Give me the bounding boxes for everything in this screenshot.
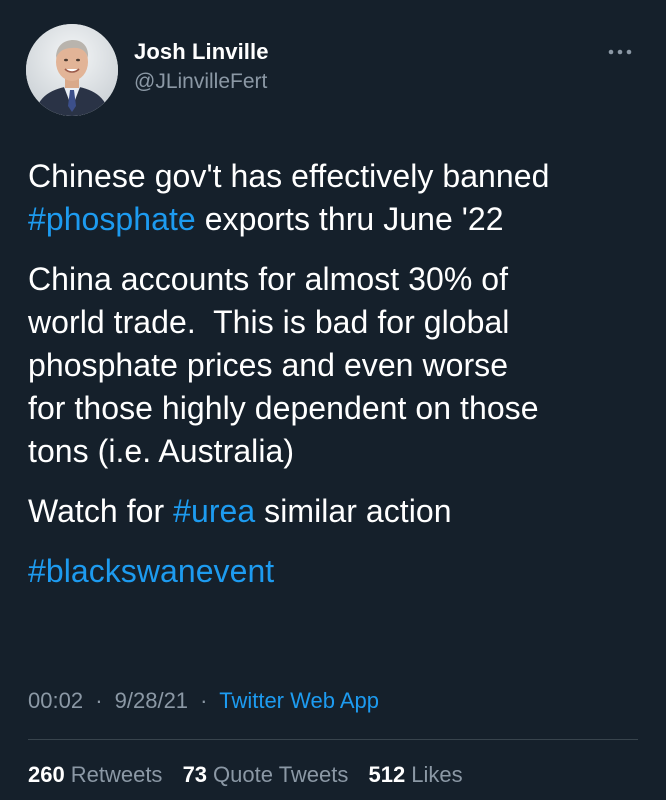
tweet-text-segment: exports thru June '22 <box>195 201 504 237</box>
tweet-text-segment: China accounts for almost 30% of world t… <box>28 261 539 469</box>
meta-separator: · <box>95 688 103 713</box>
quote-tweets-label: Quote Tweets <box>213 762 349 787</box>
tweet-text-segment: Chinese gov't has effectively banned <box>28 158 550 194</box>
more-horizontal-icon <box>608 49 632 55</box>
meta-separator: · <box>200 688 208 713</box>
tweet-text: Chinese gov't has effectively banned #ph… <box>28 155 648 610</box>
tweet-date[interactable]: 9/28/21 <box>115 688 188 713</box>
tweet-meta: 00:02 · 9/28/21 · Twitter Web App <box>28 686 379 716</box>
tweet-paragraph: #blackswanevent <box>28 550 648 593</box>
likes-count: 512 <box>368 762 406 787</box>
tweet-stats: 260 Retweets 73 Quote Tweets 512 Likes <box>28 760 477 790</box>
retweets-stat[interactable]: 260 Retweets <box>28 762 162 787</box>
author-name[interactable]: Josh Linville <box>134 38 269 66</box>
divider <box>28 739 638 740</box>
profile-photo <box>26 24 118 116</box>
tweet-paragraph: Chinese gov't has effectively banned #ph… <box>28 155 648 241</box>
author-block: Josh Linville @JLinvilleFert <box>134 38 269 96</box>
tweet-source-link[interactable]: Twitter Web App <box>219 688 379 713</box>
hashtag-link[interactable]: #phosphate <box>28 201 196 237</box>
tweet-paragraph: China accounts for almost 30% of world t… <box>28 258 648 473</box>
likes-label: Likes <box>411 762 463 787</box>
retweets-count: 260 <box>28 762 65 787</box>
tweet-text-segment: Watch for <box>28 493 174 529</box>
quote-tweets-count: 73 <box>182 762 208 787</box>
tweet-text-segment: similar action <box>255 493 452 529</box>
tweet-paragraph: Watch for #urea similar action <box>28 490 648 533</box>
author-handle[interactable]: @JLinvilleFert <box>134 68 269 96</box>
quote-tweets-stat[interactable]: 73 Quote Tweets <box>183 762 349 787</box>
tweet-time[interactable]: 00:02 <box>28 688 83 713</box>
hashtag-link[interactable]: #urea <box>173 493 255 529</box>
likes-stat[interactable]: 512 Likes <box>369 762 463 787</box>
avatar[interactable] <box>26 24 118 116</box>
retweets-label: Retweets <box>70 762 163 787</box>
tweet-header: Josh Linville @JLinvilleFert <box>26 24 640 120</box>
tweet-detail: Josh Linville @JLinvilleFert Chinese gov… <box>0 0 666 800</box>
more-options-button[interactable] <box>606 42 634 62</box>
hashtag-link[interactable]: #blackswanevent <box>28 553 274 589</box>
